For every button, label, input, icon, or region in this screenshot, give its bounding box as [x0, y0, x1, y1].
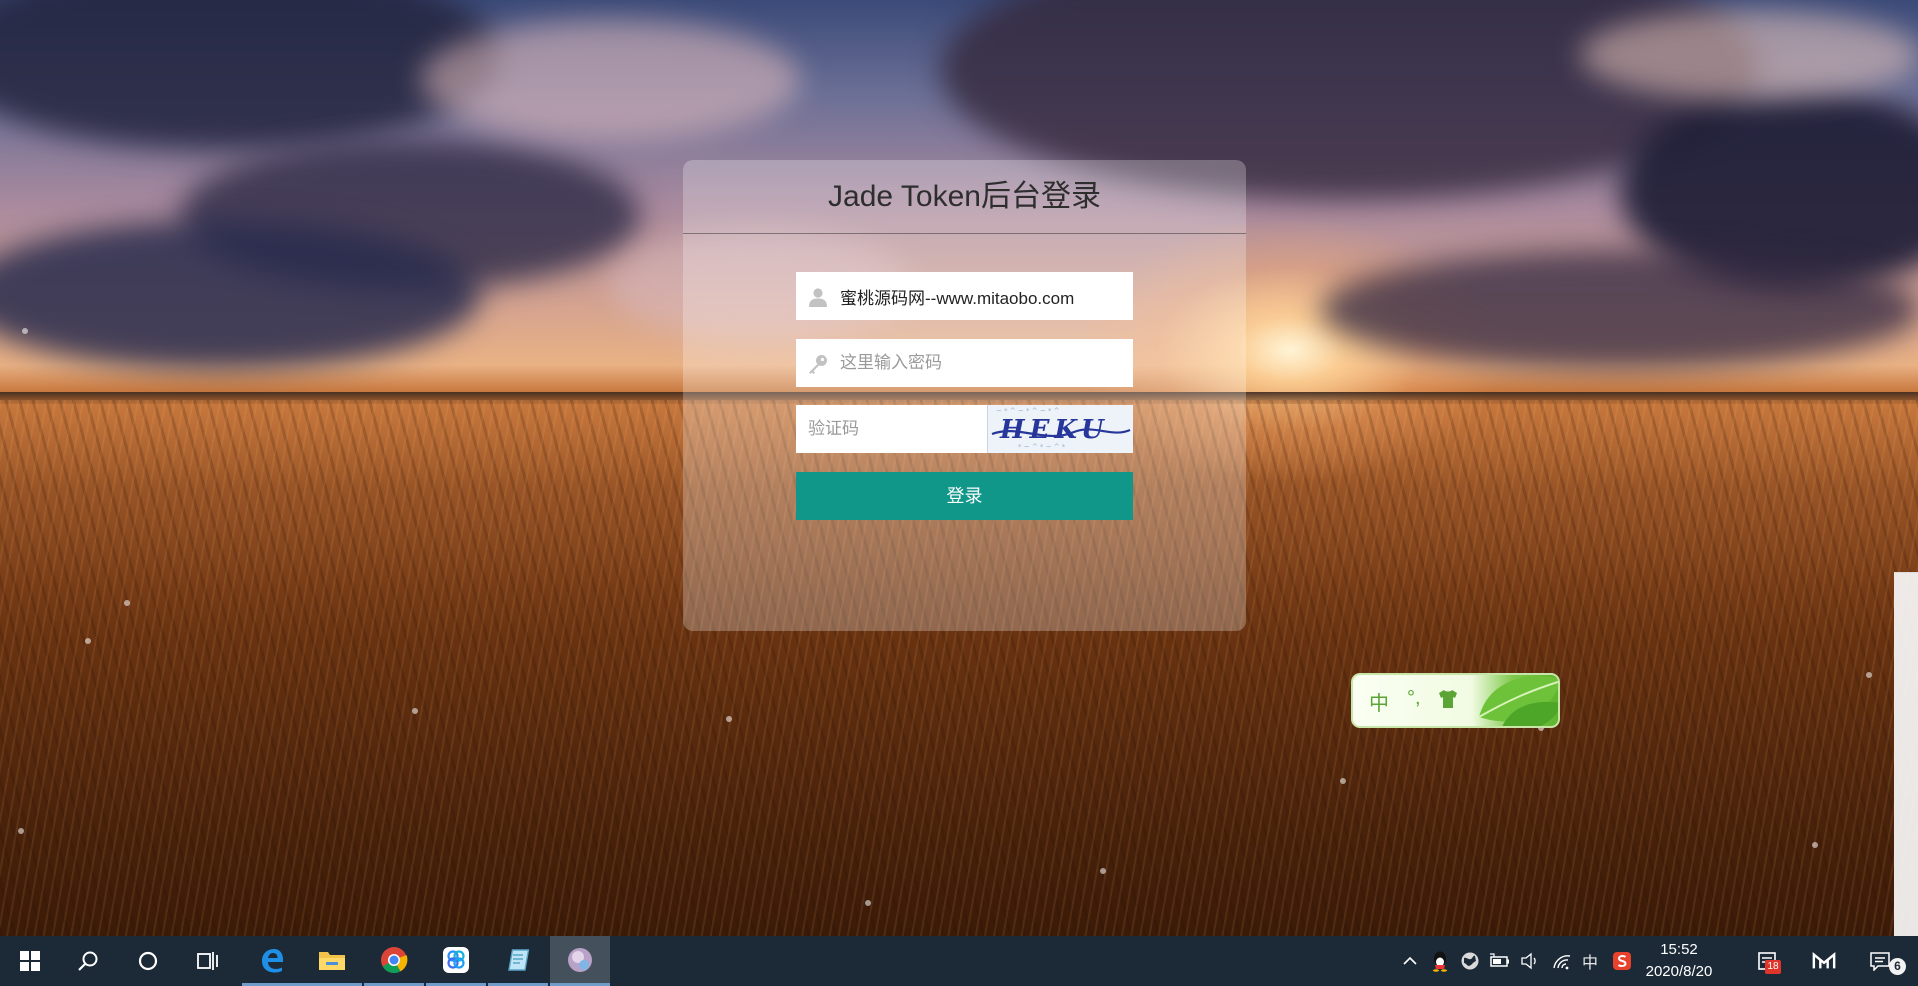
key-icon — [809, 355, 827, 374]
cloud — [1580, 10, 1918, 100]
shirt-icon[interactable] — [1437, 689, 1459, 715]
clock-date: 2020/8/20 — [1645, 963, 1713, 980]
login-title: Jade Token后台登录 — [683, 160, 1246, 234]
sparkle — [1100, 868, 1106, 874]
windows-start-icon[interactable] — [0, 936, 60, 986]
captcha-image[interactable]: ~ * ^ ~ * ^ ~ * ^ * ~ ^ * ~ ^ * HEKU — [987, 405, 1133, 453]
pinwheel-app-icon[interactable] — [426, 936, 486, 986]
wifi-icon[interactable] — [1550, 949, 1574, 973]
username-input[interactable] — [840, 272, 1125, 320]
task-view-icon[interactable] — [178, 936, 238, 986]
ime-language-toggle[interactable]: 中 — [1369, 687, 1389, 716]
cloud — [420, 20, 800, 140]
qq-icon[interactable] — [1428, 949, 1452, 973]
search-icon[interactable] — [58, 936, 118, 986]
user-icon — [809, 288, 827, 307]
globe-icon[interactable] — [1458, 949, 1482, 973]
ime-punctuation-toggle[interactable]: °, — [1407, 687, 1421, 710]
sparkle — [726, 716, 732, 722]
chrome-icon[interactable] — [364, 936, 424, 986]
taskbar-clock[interactable]: 15:52 2020/8/20 — [1634, 939, 1724, 983]
battery-icon[interactable] — [1488, 949, 1512, 973]
sparkle — [22, 328, 28, 334]
sparkle — [1340, 778, 1346, 784]
login-panel: Jade Token后台登录 ~ * ^ ~ * ^ ~ * ^ * ~ ^ *… — [683, 160, 1246, 631]
cloud — [0, 220, 480, 370]
sogou-icon[interactable] — [1610, 949, 1634, 973]
password-input[interactable] — [840, 339, 1125, 387]
sparkle — [412, 708, 418, 714]
ime-status-bar[interactable]: 中 °, — [1351, 673, 1560, 728]
cortana-icon[interactable] — [118, 936, 178, 986]
password-field[interactable] — [796, 339, 1133, 387]
mail-icon[interactable] — [1812, 949, 1836, 973]
sparkle — [85, 638, 91, 644]
sparkle — [1812, 842, 1818, 848]
captcha-input[interactable] — [808, 405, 983, 453]
side-panel-edge — [1894, 572, 1918, 936]
messages-badge: 18 — [1765, 960, 1781, 974]
captcha-graphic: ~ * ^ ~ * ^ ~ * ^ * ~ ^ * ~ ^ * HEKU — [988, 405, 1133, 453]
sparkle — [18, 828, 24, 834]
taskbar: 中 15:52 2020/8/20 18 6 — [0, 936, 1918, 986]
chevron-up-icon[interactable] — [1398, 949, 1422, 973]
sparkle — [124, 600, 130, 606]
notepad-icon[interactable] — [488, 936, 548, 986]
browser-app-icon[interactable] — [550, 936, 610, 986]
sparkle — [1866, 672, 1872, 678]
ime-indicator[interactable]: 中 — [1578, 949, 1602, 973]
file-explorer-icon[interactable] — [302, 936, 362, 986]
captcha-field[interactable]: ~ * ^ ~ * ^ ~ * ^ * ~ ^ * ~ ^ * HEKU — [796, 405, 1133, 453]
edge-icon[interactable] — [242, 936, 302, 986]
notification-center-icon[interactable] — [1868, 949, 1892, 973]
volume-icon[interactable] — [1518, 949, 1542, 973]
clock-time: 15:52 — [1660, 941, 1698, 958]
cloud — [1320, 250, 1918, 370]
login-button[interactable]: 登录 — [796, 472, 1133, 520]
svg-text:~ * ^ ~ * ^ ~ * ^: ~ * ^ ~ * ^ ~ * ^ — [996, 407, 1060, 415]
notification-count: 6 — [1889, 958, 1906, 975]
leaf-icon — [1478, 676, 1558, 726]
sparkle — [865, 900, 871, 906]
username-field[interactable] — [796, 272, 1133, 320]
